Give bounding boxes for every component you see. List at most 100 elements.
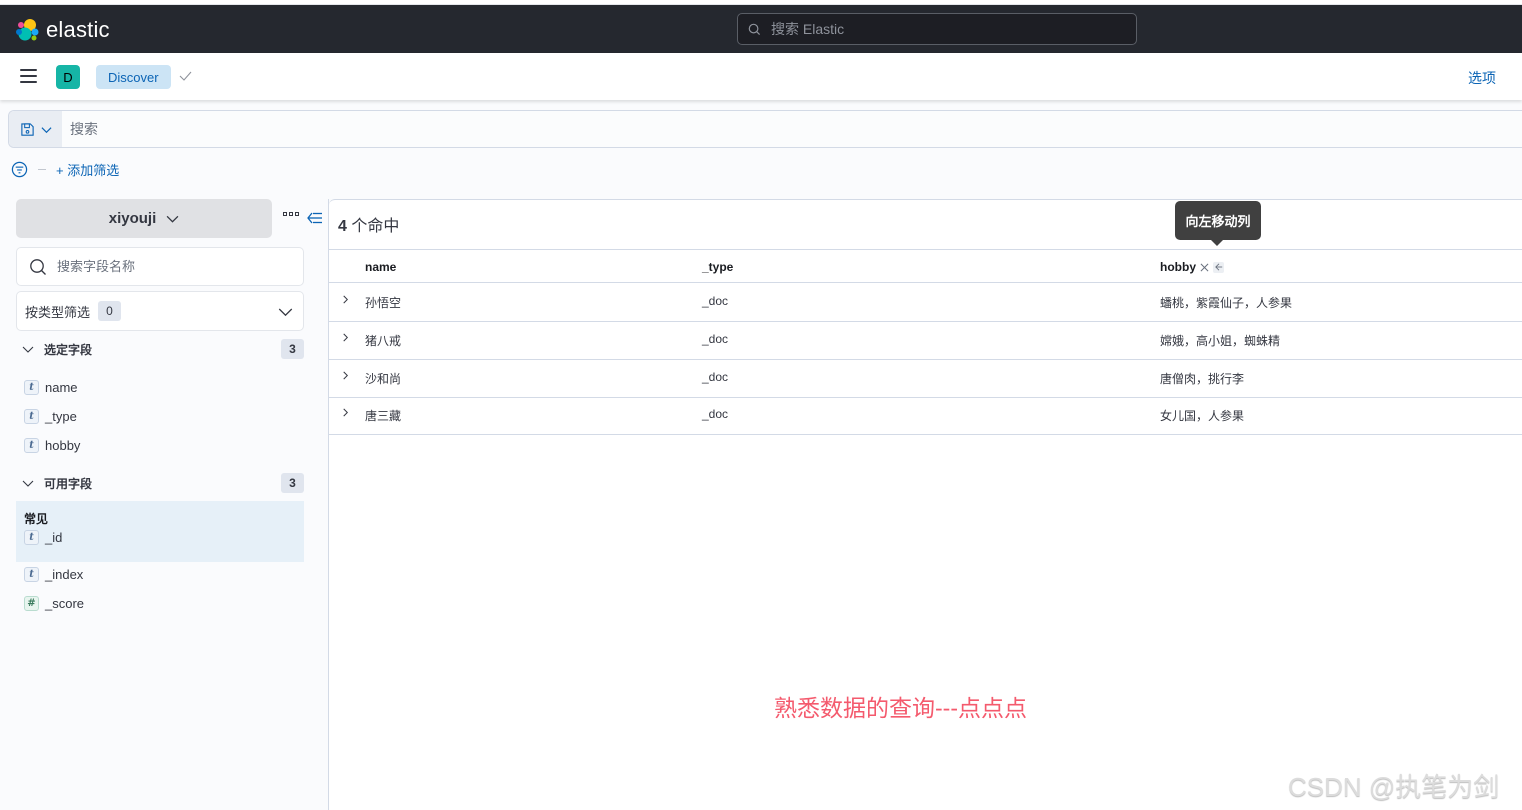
chevron-down-icon bbox=[22, 346, 34, 353]
saved-query-button[interactable] bbox=[9, 111, 62, 147]
hits-count: 4 个命中 bbox=[338, 212, 399, 236]
type-filter-count: 0 bbox=[98, 301, 122, 321]
filter-menu-icon[interactable] bbox=[11, 161, 28, 178]
elastic-logo[interactable]: elastic bbox=[16, 17, 110, 43]
hamburger-icon bbox=[20, 69, 37, 71]
field-name: _id bbox=[45, 529, 63, 545]
column-title: hobby bbox=[1160, 260, 1196, 274]
field-item-score[interactable]: # _score bbox=[24, 594, 84, 612]
cell-type: _doc bbox=[702, 332, 729, 346]
watermark: CSDN @执笔为剑 bbox=[1288, 772, 1500, 802]
chevron-down-icon bbox=[166, 215, 179, 223]
options-link[interactable]: 选项 bbox=[1468, 68, 1496, 88]
column-header-hobby[interactable]: hobby bbox=[1160, 260, 1224, 274]
dot-icon bbox=[283, 212, 287, 216]
selected-fields-toggle[interactable]: 选定字段 3 bbox=[22, 339, 304, 359]
remove-column-icon[interactable] bbox=[1200, 263, 1209, 272]
field-item-hobby[interactable]: t hobby bbox=[24, 436, 80, 454]
string-type-icon: t bbox=[24, 566, 39, 582]
collapse-sidebar-icon[interactable] bbox=[307, 210, 323, 226]
column-title: name bbox=[365, 260, 397, 274]
selected-fields-label: 选定字段 bbox=[44, 342, 93, 357]
table-row[interactable]: 唐三藏 _doc 女儿国，人参果 bbox=[329, 397, 1522, 435]
cell-hobby: 蟠桃，紫霞仙子，人参果 bbox=[1160, 296, 1293, 310]
field-name: _type bbox=[45, 408, 77, 424]
chevron-down-icon bbox=[278, 308, 293, 317]
type-filter-label: 按类型筛选 bbox=[25, 304, 91, 320]
add-filter-button[interactable]: + 添加筛选 bbox=[56, 160, 119, 179]
menu-toggle-button[interactable] bbox=[20, 69, 37, 83]
save-icon bbox=[20, 122, 34, 136]
field-name: hobby bbox=[45, 437, 81, 453]
field-item-id[interactable]: t _id bbox=[24, 528, 62, 546]
move-column-tooltip: 向左移动列 bbox=[1175, 201, 1261, 246]
cell-type: _doc bbox=[702, 294, 729, 308]
field-item-type[interactable]: t _type bbox=[24, 407, 77, 425]
query-input[interactable] bbox=[62, 111, 1262, 147]
cell-name: 沙和尚 bbox=[365, 372, 402, 386]
annotation-text: 熟悉数据的查询---点点点 bbox=[774, 695, 1027, 721]
expand-row-icon[interactable] bbox=[341, 295, 350, 304]
cell-type: _doc bbox=[702, 407, 729, 421]
field-name: name bbox=[45, 379, 78, 395]
space-avatar[interactable]: D bbox=[56, 65, 80, 89]
column-header-type[interactable]: _type bbox=[702, 260, 733, 274]
cell-hobby: 女儿国，人参果 bbox=[1160, 409, 1245, 423]
string-type-icon: t bbox=[24, 437, 39, 453]
table-row[interactable]: 孙悟空 _doc 蟠桃，紫霞仙子，人参果 bbox=[329, 284, 1522, 322]
hamburger-line bbox=[20, 75, 37, 77]
query-bar bbox=[8, 110, 1522, 148]
cell-name: 唐三藏 bbox=[365, 409, 402, 423]
table-row[interactable]: 沙和尚 _doc 唐僧肉，挑行李 bbox=[329, 360, 1522, 398]
global-search[interactable] bbox=[737, 13, 1137, 45]
field-name: _index bbox=[45, 566, 84, 582]
dot-icon bbox=[295, 212, 299, 216]
dot-icon bbox=[289, 212, 293, 216]
app-header: D Discover 选项 ⋮ bbox=[0, 53, 1522, 100]
field-item-name[interactable]: t name bbox=[24, 378, 78, 396]
filter-bar: + 添加筛选 bbox=[11, 160, 119, 179]
index-pattern-name: xiyouji bbox=[108, 210, 157, 227]
field-item-index[interactable]: t _index bbox=[24, 565, 83, 583]
chevron-down-icon bbox=[22, 480, 34, 487]
breadcrumb-discover[interactable]: Discover bbox=[96, 65, 171, 89]
type-filter-dropdown[interactable]: 按类型筛选 0 bbox=[16, 291, 304, 331]
move-column-left-button[interactable] bbox=[1213, 261, 1224, 273]
available-fields-label: 可用字段 bbox=[44, 476, 93, 491]
index-pattern-selector[interactable]: xiyouji bbox=[16, 199, 272, 238]
hamburger-line bbox=[20, 81, 37, 83]
arrow-left-icon bbox=[1214, 263, 1222, 271]
brand-name: elastic bbox=[46, 17, 110, 42]
check-icon bbox=[179, 71, 192, 81]
expand-row-icon[interactable] bbox=[341, 371, 350, 380]
table-row[interactable]: 猪八戒 _doc 嫦娥，高小姐，蜘蛛精 bbox=[329, 322, 1522, 360]
expand-row-icon[interactable] bbox=[341, 333, 350, 342]
elastic-logo-icon bbox=[16, 19, 39, 41]
table-header: name _type hobby bbox=[329, 249, 1522, 283]
hits-number: 4 bbox=[338, 218, 347, 235]
field-name: _score bbox=[45, 595, 85, 611]
number-type-icon: # bbox=[24, 595, 39, 611]
available-fields-count: 3 bbox=[281, 473, 304, 493]
field-search[interactable] bbox=[16, 247, 304, 286]
cell-hobby: 唐僧肉，挑行李 bbox=[1160, 372, 1245, 386]
more-icon[interactable]: ⋮ bbox=[1518, 67, 1522, 81]
global-search-input[interactable] bbox=[771, 21, 1111, 37]
string-type-icon: t bbox=[24, 529, 39, 545]
chevron-down-icon bbox=[40, 126, 52, 133]
column-title: _type bbox=[702, 260, 734, 274]
filter-divider bbox=[38, 169, 46, 170]
selected-fields-count: 3 bbox=[281, 339, 304, 359]
column-header-name[interactable]: name bbox=[365, 260, 396, 274]
available-fields-toggle[interactable]: 可用字段 3 bbox=[22, 473, 304, 493]
cell-name: 孙悟空 bbox=[365, 296, 402, 310]
cell-name: 猪八戒 bbox=[365, 334, 402, 348]
expand-row-icon[interactable] bbox=[341, 408, 350, 417]
cell-hobby: 嫦娥，高小姐，蜘蛛精 bbox=[1160, 334, 1281, 348]
string-type-icon: t bbox=[24, 379, 39, 395]
sidebar-options-button[interactable] bbox=[283, 212, 299, 216]
search-icon bbox=[30, 258, 46, 275]
field-search-input[interactable] bbox=[57, 259, 287, 274]
string-type-icon: t bbox=[24, 408, 39, 424]
cell-type: _doc bbox=[702, 370, 729, 384]
